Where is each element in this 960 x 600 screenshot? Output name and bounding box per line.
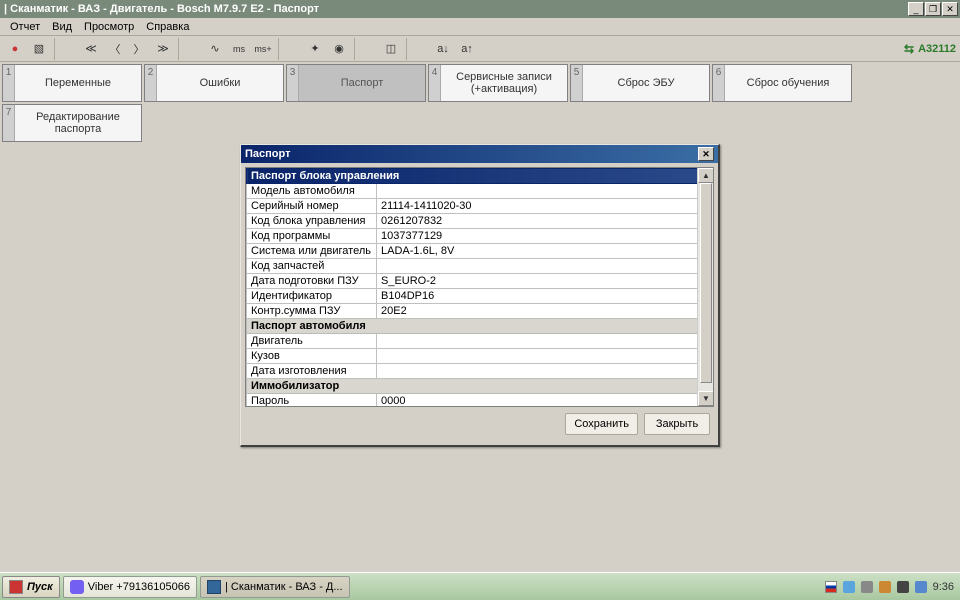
row-prog-code[interactable]: Код программы1037377129 — [247, 229, 713, 244]
dialog-close-icon[interactable]: ✕ — [698, 147, 714, 161]
tray-usb-icon[interactable] — [897, 581, 909, 593]
section-car-passport: Паспорт автомобиля — [247, 319, 713, 334]
dialog-title: Паспорт — [245, 148, 698, 160]
tab-variables[interactable]: 1 Переменные — [2, 64, 142, 102]
menu-report[interactable]: Отчет — [4, 20, 46, 34]
start-button[interactable]: Пуск — [2, 576, 60, 598]
maximize-icon[interactable]: ❐ — [925, 2, 941, 16]
row-rom-date[interactable]: Дата подготовки ПЗУS_EURO-2 — [247, 274, 713, 289]
window-title: | Сканматик - ВАЗ - Двигатель - Bosch M7… — [4, 3, 908, 15]
prev-icon[interactable]: 〈 — [104, 38, 126, 60]
scrollbar[interactable]: ▲ ▼ — [697, 168, 713, 406]
tray-shield-icon[interactable] — [879, 581, 891, 593]
device-id: A32112 — [918, 43, 956, 55]
next-icon[interactable]: 〉 — [128, 38, 150, 60]
row-checksum[interactable]: Контр.сумма ПЗУ20E2 — [247, 304, 713, 319]
task-viber[interactable]: Viber +79136105066 — [63, 576, 197, 598]
font-down-icon[interactable]: a↓ — [432, 38, 454, 60]
scroll-up-icon[interactable]: ▲ — [698, 168, 714, 183]
clock[interactable]: 9:36 — [933, 581, 954, 593]
tray-vol-icon[interactable] — [861, 581, 873, 593]
row-system[interactable]: Система или двигательLADA-1.6L, 8V — [247, 244, 713, 259]
circle-icon[interactable]: ◉ — [328, 38, 350, 60]
menubar: Отчет Вид Просмотр Справка — [0, 18, 960, 36]
section-ecu-passport: Паспорт блока управления — [247, 169, 713, 184]
tab-reset-learn[interactable]: 6 Сброс обучения — [712, 64, 852, 102]
menu-help[interactable]: Справка — [140, 20, 195, 34]
save-button[interactable]: Сохранить — [565, 413, 638, 435]
tabs-bar: 1 Переменные 2 Ошибки 3 Паспорт 4 Сервис… — [0, 62, 960, 146]
tab-service[interactable]: 4 Сервисные записи (+активация) — [428, 64, 568, 102]
ms-plus-icon[interactable]: ms+ — [252, 38, 274, 60]
font-up-icon[interactable]: a↑ — [456, 38, 478, 60]
close-button[interactable]: Закрыть — [644, 413, 710, 435]
dialog-titlebar[interactable]: Паспорт ✕ — [241, 145, 718, 163]
scroll-thumb[interactable] — [700, 183, 712, 383]
viber-icon — [70, 580, 84, 594]
ms-icon[interactable]: ms — [228, 38, 250, 60]
record-icon[interactable]: ● — [4, 38, 26, 60]
tab-edit-passport[interactable]: 7 Редактирование паспорта — [2, 104, 142, 142]
menu-view[interactable]: Вид — [46, 20, 78, 34]
app-icon — [207, 580, 221, 594]
scroll-down-icon[interactable]: ▼ — [698, 391, 714, 406]
plus-icon[interactable]: ✦ — [304, 38, 326, 60]
passport-grid: Паспорт блока управления Модель автомоби… — [245, 167, 714, 407]
chart-icon[interactable]: ◫ — [380, 38, 402, 60]
row-ecu-code[interactable]: Код блока управления0261207832 — [247, 214, 713, 229]
menu-preview[interactable]: Просмотр — [78, 20, 140, 34]
row-engine[interactable]: Двигатель — [247, 334, 713, 349]
rewind-icon[interactable]: ≪ — [80, 38, 102, 60]
tab-errors[interactable]: 2 Ошибки — [144, 64, 284, 102]
stop-icon[interactable]: ▧ — [28, 38, 50, 60]
row-identifier[interactable]: ИдентификаторB104DP16 — [247, 289, 713, 304]
forward-icon[interactable]: ≫ — [152, 38, 174, 60]
row-password[interactable]: Пароль0000 — [247, 394, 713, 408]
row-serial[interactable]: Серийный номер21114-1411020-30 — [247, 199, 713, 214]
task-scanmatic[interactable]: | Сканматик - ВАЗ - Д... — [200, 576, 350, 598]
row-body[interactable]: Кузов — [247, 349, 713, 364]
toolbar: ● ▧ ≪ 〈 〉 ≫ ∿ ms ms+ ✦ ◉ ◫ a↓ a↑ ⇆ A3211… — [0, 36, 960, 62]
windows-icon — [9, 580, 23, 594]
conn-icon: ⇆ — [904, 42, 914, 56]
system-tray: 9:36 — [821, 581, 958, 593]
row-manuf-date[interactable]: Дата изготовления — [247, 364, 713, 379]
row-car-model[interactable]: Модель автомобиля — [247, 184, 713, 199]
row-parts-code[interactable]: Код запчастей — [247, 259, 713, 274]
wave-icon[interactable]: ∿ — [204, 38, 226, 60]
language-icon[interactable] — [825, 581, 837, 593]
close-icon[interactable]: ✕ — [942, 2, 958, 16]
tab-reset-ecu[interactable]: 5 Сброс ЭБУ — [570, 64, 710, 102]
tab-passport[interactable]: 3 Паспорт — [286, 64, 426, 102]
connection-status: ⇆ A32112 — [904, 42, 956, 56]
taskbar: Пуск Viber +79136105066 | Сканматик - ВА… — [0, 572, 960, 600]
section-immobilizer: Иммобилизатор — [247, 379, 713, 394]
tray-net-icon[interactable] — [843, 581, 855, 593]
minimize-icon[interactable]: _ — [908, 2, 924, 16]
passport-dialog: Паспорт ✕ Паспорт блока управления Модел… — [240, 144, 720, 447]
window-titlebar: | Сканматик - ВАЗ - Двигатель - Bosch M7… — [0, 0, 960, 18]
tray-display-icon[interactable] — [915, 581, 927, 593]
